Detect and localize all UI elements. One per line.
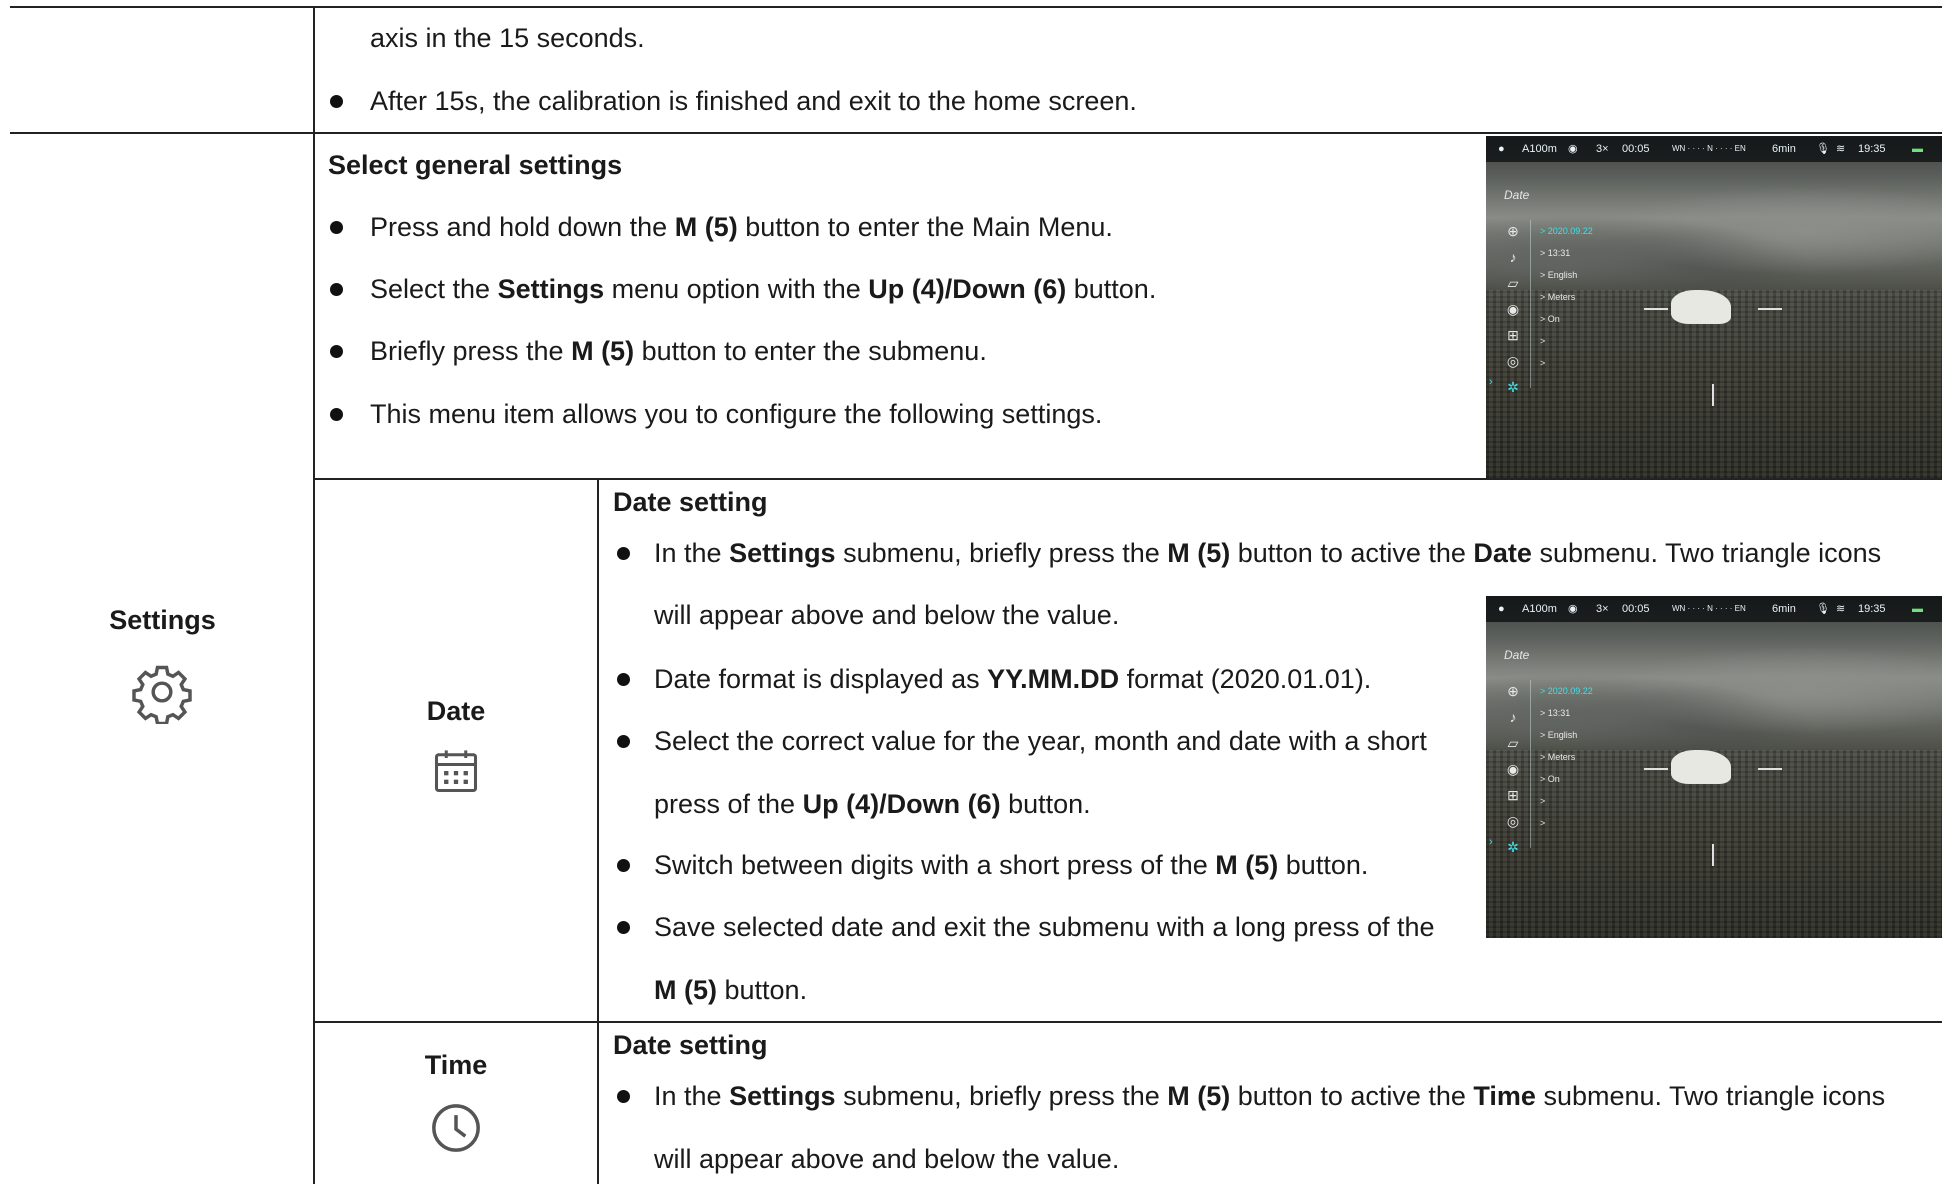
device-screenshot: ● A100m ◉ 3× 00:05 WN · · · · N · · · · … [1486, 136, 1942, 478]
bullet-dot [617, 735, 630, 748]
table-border-top [10, 6, 1942, 8]
bullet-text-continued: press of the Up (4)/Down (6) button. [654, 789, 1091, 819]
table-col-divider [313, 6, 315, 1184]
bullet-text: After 15s, the calibration is finished a… [370, 86, 1137, 116]
bullet-text: Save selected date and exit the submenu … [654, 912, 1435, 942]
bullet-text: This menu item allows you to configure t… [370, 399, 1103, 429]
body-text: axis in the 15 seconds. [370, 23, 645, 53]
settings-icon: ✲ [1507, 839, 1519, 855]
crosshair-icon: ⊕ [1507, 223, 1519, 239]
wifi-icon: ≋ [1836, 143, 1846, 155]
status-bar: ● A100m ◉ 3× 00:05 WN · · · · N · · · · … [1486, 136, 1942, 162]
bullet-dot [617, 1090, 630, 1103]
bullet-dot [330, 408, 343, 421]
bullet-text-continued: will appear above and below the value. [654, 600, 1120, 630]
menu-icon-column: ⊕ ♪ ▱ ◉ ⊞ ◎ ✲ [1504, 678, 1522, 860]
microphone-icon: ♪ [1509, 709, 1517, 725]
bullet-text: Briefly press the M (5) button to enter … [370, 336, 987, 366]
display-icon: ▱ [1507, 735, 1519, 751]
bullet-text: Date format is displayed as YY.MM.DD for… [654, 664, 1372, 694]
status-bar: ● A100m ◉ 3× 00:05 WN · · · · N · · · · … [1486, 596, 1942, 622]
bullet-text: Press and hold down the M (5) button to … [370, 212, 1113, 242]
battery-icon: ▬ [1912, 603, 1923, 615]
target-icon: ◉ [1506, 761, 1520, 777]
bullet-dot [330, 345, 343, 358]
clock-icon [428, 1100, 484, 1156]
eye-icon: ◉ [1568, 143, 1578, 155]
bullet-text: Select the Settings menu option with the… [370, 274, 1157, 304]
bullet-text-continued: M (5) button. [654, 975, 808, 1005]
device-screenshot: ● A100m ◉ 3× 00:05 WN · · · · N · · · · … [1486, 596, 1942, 938]
wifi-icon: ≋ [1836, 603, 1846, 615]
bullet-text: In the Settings submenu, briefly press t… [654, 538, 1882, 568]
table-col-divider [597, 478, 599, 1184]
gear-icon [130, 660, 194, 726]
compass-icon: ◎ [1506, 353, 1520, 369]
bullet-dot [330, 283, 343, 296]
section-heading: Date setting [613, 1030, 768, 1060]
bullet-text-continued: will appear above and below the value. [654, 1144, 1120, 1174]
calendar-icon [430, 744, 482, 798]
bullet-dot [617, 673, 630, 686]
bullet-dot [617, 921, 630, 934]
plus-box-icon: ⊞ [1507, 327, 1519, 343]
bullet-dot [330, 221, 343, 234]
time-label: Time [424, 1050, 488, 1080]
bullet-text: Switch between digits with a short press… [654, 850, 1369, 880]
date-label: Date [426, 696, 486, 726]
table-row-divider [314, 1021, 1942, 1023]
section-heading: Date setting [613, 487, 768, 517]
bullet-dot [617, 859, 630, 872]
section-heading: Select general settings [328, 150, 623, 180]
bullet-dot [617, 547, 630, 560]
bullet-text: In the Settings submenu, briefly press t… [654, 1081, 1886, 1111]
mic-icon: 🎙 [1816, 143, 1830, 155]
crosshair-icon: ⊕ [1507, 683, 1519, 699]
settings-label: Settings [109, 605, 216, 635]
microphone-icon: ♪ [1509, 249, 1517, 265]
target-icon: ◉ [1506, 301, 1520, 317]
menu-icon-column: ⊕ ♪ ▱ ◉ ⊞ ◎ ✲ [1504, 218, 1522, 400]
settings-icon: ✲ [1507, 379, 1519, 395]
table-row-divider [10, 132, 1942, 134]
plus-box-icon: ⊞ [1507, 787, 1519, 803]
compass-icon: ◎ [1506, 813, 1520, 829]
mic-icon: 🎙 [1816, 603, 1830, 615]
battery-icon: ▬ [1912, 143, 1923, 155]
display-icon: ▱ [1507, 275, 1519, 291]
bullet-text: Select the correct value for the year, m… [654, 726, 1427, 756]
bullet-dot [330, 95, 343, 108]
table-row-divider [314, 478, 1942, 480]
eye-icon: ◉ [1568, 603, 1578, 615]
